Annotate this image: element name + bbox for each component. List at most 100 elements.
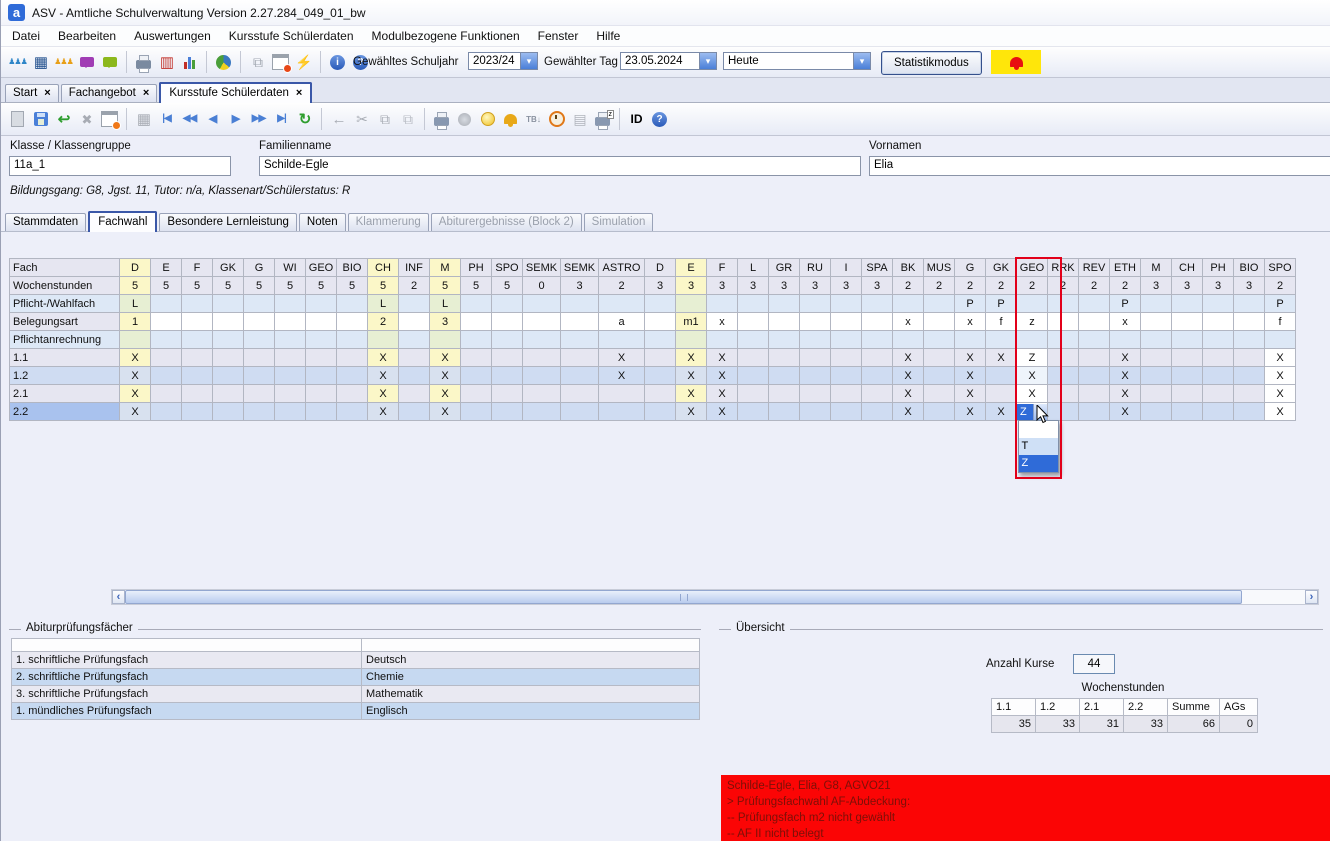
grid-cell[interactable]: 5 xyxy=(150,276,182,295)
grid-cell[interactable] xyxy=(892,294,924,313)
grid-cell[interactable]: 5 xyxy=(181,276,213,295)
grid-cell[interactable] xyxy=(861,312,893,331)
grid-cell[interactable] xyxy=(830,330,862,349)
grid-cell[interactable]: 2 xyxy=(1016,276,1048,295)
grid-cell[interactable]: Z xyxy=(1016,348,1048,367)
grid-cell[interactable] xyxy=(1233,384,1265,403)
new-record-icon[interactable] xyxy=(7,109,28,130)
grid-cell[interactable] xyxy=(1233,312,1265,331)
grid-cell[interactable] xyxy=(598,384,645,403)
save-icon[interactable] xyxy=(30,109,51,130)
grid-cell[interactable] xyxy=(243,402,275,421)
grid-cell[interactable]: X xyxy=(429,348,461,367)
grid-cell[interactable]: L xyxy=(119,294,151,313)
tab-noten[interactable]: Noten xyxy=(298,213,346,231)
tab-close-icon[interactable]: × xyxy=(44,87,50,99)
grid-cell[interactable]: m1 xyxy=(675,312,707,331)
grid-cell[interactable] xyxy=(560,330,599,349)
grid-cell[interactable] xyxy=(522,312,561,331)
grid-cell[interactable]: X xyxy=(954,384,986,403)
grid-cell[interactable] xyxy=(830,312,862,331)
grid-cell[interactable] xyxy=(522,384,561,403)
grid-cell[interactable]: 3 xyxy=(429,312,461,331)
grid-cell[interactable]: 5 xyxy=(336,276,368,295)
grid-cell[interactable] xyxy=(212,348,244,367)
grid-cell[interactable]: X xyxy=(675,402,707,421)
grid-cell[interactable]: X xyxy=(892,366,924,385)
grid-cell[interactable] xyxy=(305,330,337,349)
menu-item[interactable]: Auswertungen xyxy=(125,27,220,45)
grid-cell[interactable]: 0 xyxy=(522,276,561,295)
chevron-down-icon[interactable]: ▾ xyxy=(853,53,870,69)
grid-cell[interactable] xyxy=(560,312,599,331)
refresh-icon[interactable]: ↻ xyxy=(294,109,315,130)
grid-cell[interactable] xyxy=(274,366,306,385)
grid-cell[interactable] xyxy=(522,402,561,421)
grid-cell[interactable] xyxy=(923,402,955,421)
scroll-right-button[interactable]: › xyxy=(1305,590,1318,604)
grid-cell[interactable]: X xyxy=(119,384,151,403)
grid-cell[interactable]: 2 xyxy=(954,276,986,295)
grid-cell[interactable] xyxy=(768,348,800,367)
grid-cell[interactable] xyxy=(1202,348,1234,367)
grid-cell[interactable] xyxy=(985,384,1017,403)
grid-cell[interactable]: 2 xyxy=(1078,276,1110,295)
hint-bulb-icon[interactable] xyxy=(477,109,498,130)
grid-cell[interactable] xyxy=(768,366,800,385)
grid-cell[interactable] xyxy=(243,348,275,367)
chevron-down-icon[interactable]: ▾ xyxy=(520,53,537,69)
grid-cell[interactable] xyxy=(336,366,368,385)
grid-cell[interactable] xyxy=(737,312,769,331)
grid-cell[interactable]: P xyxy=(954,294,986,313)
grid-cell[interactable]: 2 xyxy=(985,276,1017,295)
grid-cell[interactable] xyxy=(336,294,368,313)
grid-cell[interactable] xyxy=(150,330,182,349)
grid-cell[interactable] xyxy=(644,384,676,403)
grid-cell[interactable] xyxy=(274,348,306,367)
grid-cell[interactable] xyxy=(1047,294,1079,313)
grid-cell[interactable]: X xyxy=(119,402,151,421)
grid-cell[interactable] xyxy=(1016,294,1048,313)
paste-icon[interactable]: ⧉ xyxy=(397,109,418,130)
grid-cell[interactable] xyxy=(274,384,306,403)
horizontal-scrollbar[interactable]: ‹ › xyxy=(111,589,1319,605)
grid-cell[interactable] xyxy=(1171,348,1203,367)
grid-cell[interactable] xyxy=(398,384,430,403)
grid-cell[interactable] xyxy=(644,366,676,385)
grid-cell[interactable] xyxy=(799,330,831,349)
grid-cell[interactable] xyxy=(336,384,368,403)
grid-cell[interactable]: X xyxy=(706,402,738,421)
warning-bell-icon[interactable] xyxy=(500,109,521,130)
grid-cell[interactable] xyxy=(1140,330,1172,349)
menu-item[interactable]: Hilfe xyxy=(587,27,629,45)
scrollbar-thumb[interactable] xyxy=(125,590,1242,604)
grid-cell[interactable] xyxy=(181,312,213,331)
grid-cell[interactable]: z xyxy=(1016,312,1048,331)
grid-cell[interactable] xyxy=(491,402,523,421)
dropdown-item[interactable]: Z xyxy=(1018,454,1058,472)
window-badge-icon[interactable] xyxy=(270,52,292,73)
tab-besondere-lernleistung[interactable]: Besondere Lernleistung xyxy=(159,213,297,231)
grid-cell[interactable] xyxy=(1233,294,1265,313)
grid-cell[interactable] xyxy=(706,330,738,349)
grid-cell[interactable] xyxy=(1047,348,1079,367)
grid-cell[interactable]: 1 xyxy=(119,312,151,331)
grid-cell[interactable]: f xyxy=(1264,312,1296,331)
nav-first-icon[interactable]: |◀ xyxy=(156,109,177,130)
grid-cell[interactable]: 5 xyxy=(429,276,461,295)
grid-cell[interactable] xyxy=(1171,330,1203,349)
grid-cell[interactable] xyxy=(923,348,955,367)
grid-cell[interactable]: X xyxy=(1264,366,1296,385)
grid-cell[interactable] xyxy=(305,312,337,331)
grid-cell[interactable] xyxy=(274,312,306,331)
grid-cell[interactable] xyxy=(675,294,707,313)
grid-cell[interactable]: P xyxy=(1264,294,1296,313)
grid-cell[interactable] xyxy=(212,330,244,349)
grid-cell[interactable]: X xyxy=(1016,384,1048,403)
grid-cell[interactable] xyxy=(954,330,986,349)
grid-cell[interactable]: 3 xyxy=(560,276,599,295)
grid-cell[interactable] xyxy=(1202,312,1234,331)
grid-cell[interactable] xyxy=(1202,294,1234,313)
grid-cell[interactable] xyxy=(985,330,1017,349)
grid-cell[interactable]: 5 xyxy=(243,276,275,295)
